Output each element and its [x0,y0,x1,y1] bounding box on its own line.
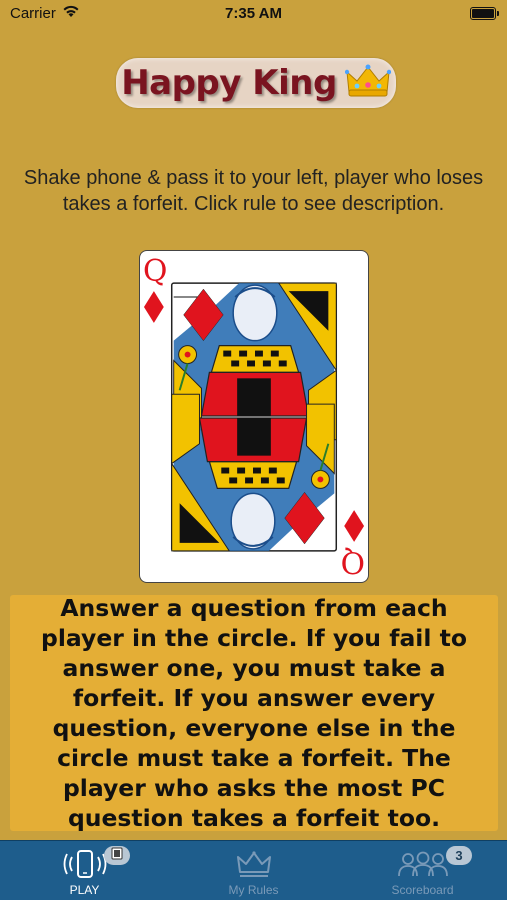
battery-icon [470,7,499,20]
tab-my-rules-label: My Rules [228,883,279,897]
clock: 7:35 AM [225,5,282,22]
card-suit-top [143,291,164,323]
tab-my-rules[interactable]: My Rules [169,841,338,900]
group-icon [397,851,448,877]
tab-play-label: PLAY [69,883,100,897]
crown-outline-icon [236,851,271,877]
card-rank-bottom: Q [341,544,365,579]
instructions-text: Shake phone & pass it to your left, play… [23,167,484,215]
rule-description-text: Answer a question from each player in th… [41,594,467,832]
card-rank-top: Q [143,254,167,289]
crown-icon [344,64,391,97]
card-icon [111,847,123,860]
playing-card[interactable]: Q Q [139,250,369,583]
tab-play[interactable]: PLAY [0,841,169,900]
app-title: Happy King [121,63,337,103]
rule-description-box[interactable]: Answer a question from each player in th… [10,594,498,832]
play-badge [104,846,130,865]
card-suit-bottom [344,510,365,542]
scoreboard-badge: 3 [446,846,472,865]
tab-scoreboard-label: Scoreboard [391,883,454,897]
tab-scoreboard[interactable]: 3 Scoreboard [338,841,507,900]
tab-bar: PLAY My Rules 3 Scoreboard [0,840,507,900]
queen-of-diamonds-card-art: Q Q [143,254,365,579]
shake-phone-icon [63,850,106,878]
app-title-pill: Happy King [116,58,396,108]
status-bar: Carrier 7:35 AM [0,0,507,28]
